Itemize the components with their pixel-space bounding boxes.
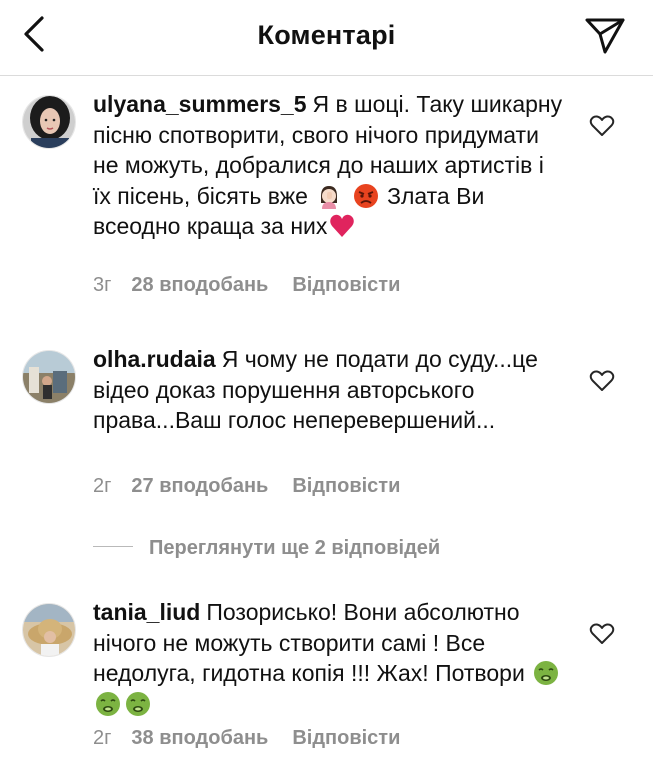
comment-meta: 2г 27 вподобань Відповісти bbox=[93, 475, 424, 498]
comment-text: tania_liud Позорисько! Вони абсолютно ніч… bbox=[93, 597, 563, 719]
paper-plane-icon bbox=[585, 18, 625, 54]
red-heart-emoji bbox=[330, 214, 355, 237]
comment-text: olha.rudaia Я чому не подати до суду...це… bbox=[93, 344, 563, 436]
reply-button[interactable]: Відповісти bbox=[292, 727, 400, 749]
heart-outline-icon bbox=[589, 115, 615, 136]
view-replies-button[interactable]: Переглянути ще 2 відповідей bbox=[93, 537, 440, 563]
likes-count[interactable]: 28 вподобань bbox=[131, 274, 268, 296]
comment-meta: 3г 28 вподобань Відповісти bbox=[93, 274, 424, 297]
heart-outline-icon bbox=[589, 623, 615, 644]
comment-meta: 2г 38 вподобань Відповісти bbox=[93, 727, 424, 750]
avatar[interactable] bbox=[22, 350, 76, 404]
like-button[interactable] bbox=[589, 114, 615, 138]
woman-facepalming-emoji bbox=[321, 185, 338, 209]
nauseated-face-emoji bbox=[534, 661, 559, 685]
likes-count[interactable]: 27 вподобань bbox=[131, 475, 268, 497]
comment-time: 2г bbox=[93, 727, 112, 749]
comment-username[interactable]: olha.rudaia bbox=[93, 346, 216, 372]
like-button[interactable] bbox=[589, 369, 615, 393]
avatar[interactable] bbox=[22, 95, 76, 149]
like-button[interactable] bbox=[589, 622, 615, 646]
likes-count[interactable]: 38 вподобань bbox=[131, 727, 268, 749]
page-title: Коментарі bbox=[257, 20, 396, 50]
comment-username[interactable]: ulyana_summers_5 bbox=[93, 91, 307, 117]
comment-time: 3г bbox=[93, 274, 112, 296]
comment-username[interactable]: tania_liud bbox=[93, 599, 200, 625]
comment-text: ulyana_summers_5 Я в шоці. Таку шикарну п… bbox=[93, 89, 563, 242]
replies-divider-line bbox=[93, 546, 133, 548]
nauseated-face-emoji bbox=[126, 691, 150, 716]
avatar[interactable] bbox=[22, 603, 76, 657]
heart-outline-icon bbox=[589, 370, 615, 391]
header-bar: Коментарі bbox=[0, 0, 653, 76]
reply-button[interactable]: Відповісти bbox=[292, 274, 400, 296]
view-replies-label: Переглянути ще 2 відповідей bbox=[149, 537, 441, 559]
reply-button[interactable]: Відповісти bbox=[292, 475, 400, 497]
angry-face-emoji bbox=[353, 183, 378, 208]
share-button[interactable] bbox=[583, 14, 627, 58]
comments-screen: Коментарі ulyana_summers_5 Я в шоці. Таку… bbox=[0, 0, 653, 768]
nauseated-face-emoji bbox=[96, 691, 120, 716]
comment-time: 2г bbox=[93, 475, 112, 497]
